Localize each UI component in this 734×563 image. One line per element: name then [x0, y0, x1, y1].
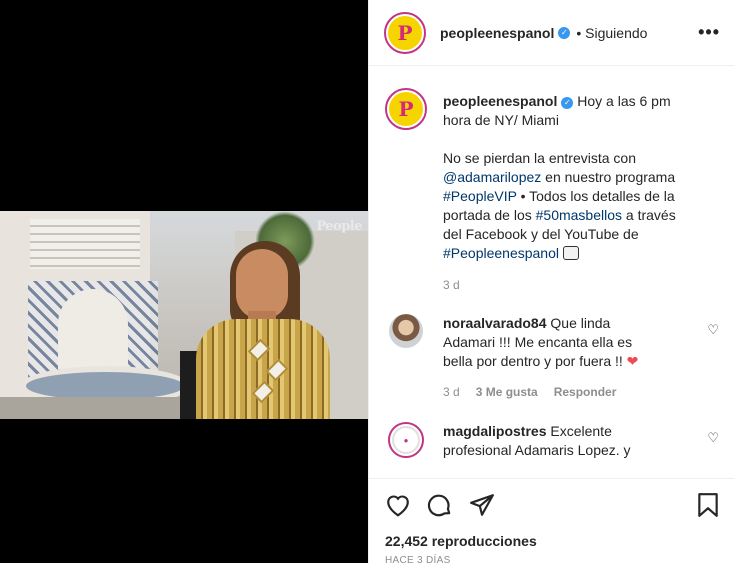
author-username[interactable]: peopleenespanol — [440, 25, 554, 41]
hashtag-link[interactable]: #PeopleVIP — [443, 188, 517, 204]
view-count[interactable]: 22,452 reproducciones — [385, 533, 719, 549]
comment-icon[interactable] — [427, 492, 453, 518]
comment-item: ● magdalipostres Excelente profesional A… — [385, 422, 719, 460]
caption-username[interactable]: peopleenespanol — [443, 93, 557, 109]
caption: P peopleenespanol ✓ Hoy a las 6 pm hora d… — [385, 88, 719, 295]
heart-emoji: ❤ — [626, 353, 639, 369]
post-side-panel: P peopleenespanol ✓ • Siguiendo ••• P pe… — [368, 0, 734, 563]
video-watermark: People — [316, 219, 362, 234]
save-icon[interactable] — [697, 492, 719, 518]
heart-icon[interactable] — [385, 493, 411, 517]
post-media[interactable]: People — [0, 0, 368, 563]
like-comment-icon[interactable]: ♡ — [707, 430, 719, 446]
verified-icon: ✓ — [561, 97, 574, 109]
like-comment-icon[interactable]: ♡ — [707, 322, 719, 338]
video-frame[interactable]: People — [0, 211, 368, 419]
comment-body: magdalipostres Excelente profesional Ada… — [443, 423, 631, 458]
comment-item: noraalvarado84 Que linda Adamari !!! Me … — [385, 314, 719, 402]
mention-link[interactable]: @adamarilopez — [443, 169, 541, 185]
comment-username[interactable]: magdalipostres — [443, 423, 546, 439]
comment-meta: 3 d 3 Me gusta Responder — [443, 383, 693, 402]
caption-age[interactable]: 3 d — [443, 276, 460, 295]
reply-button[interactable]: Responder — [554, 383, 617, 402]
caption-avatar[interactable]: P — [385, 88, 427, 130]
caption-body: peopleenespanol ✓ Hoy a las 6 pm hora de … — [443, 92, 693, 295]
hashtag-link[interactable]: #50masbellos — [536, 207, 622, 223]
dress — [196, 319, 330, 419]
share-icon[interactable] — [469, 493, 495, 517]
comments-list[interactable]: P peopleenespanol ✓ Hoy a las 6 pm hora d… — [369, 67, 734, 477]
post-actions: 22,452 reproducciones HACE 3 DÍAS — [369, 478, 734, 563]
post-header: P peopleenespanol ✓ • Siguiendo ••• — [369, 0, 734, 66]
tv-icon — [562, 246, 579, 260]
commenter-avatar[interactable]: ● — [388, 422, 424, 458]
hashtag-link[interactable]: #Peopleenespanol — [443, 245, 559, 261]
comment-username[interactable]: noraalvarado84 — [443, 315, 547, 331]
instagram-post-view: People P peopleenespanol ✓ • Siguiendo •… — [0, 0, 734, 563]
comment-likes[interactable]: 3 Me gusta — [476, 383, 538, 402]
comment-body: noraalvarado84 Que linda Adamari !!! Me … — [443, 314, 693, 402]
commenter-avatar[interactable] — [389, 314, 423, 348]
follow-status[interactable]: • Siguiendo — [576, 25, 647, 41]
author-avatar[interactable]: P — [384, 11, 426, 54]
post-timestamp[interactable]: HACE 3 DÍAS — [385, 555, 719, 563]
more-icon[interactable]: ••• — [698, 22, 720, 43]
verified-icon: ✓ — [558, 26, 571, 39]
